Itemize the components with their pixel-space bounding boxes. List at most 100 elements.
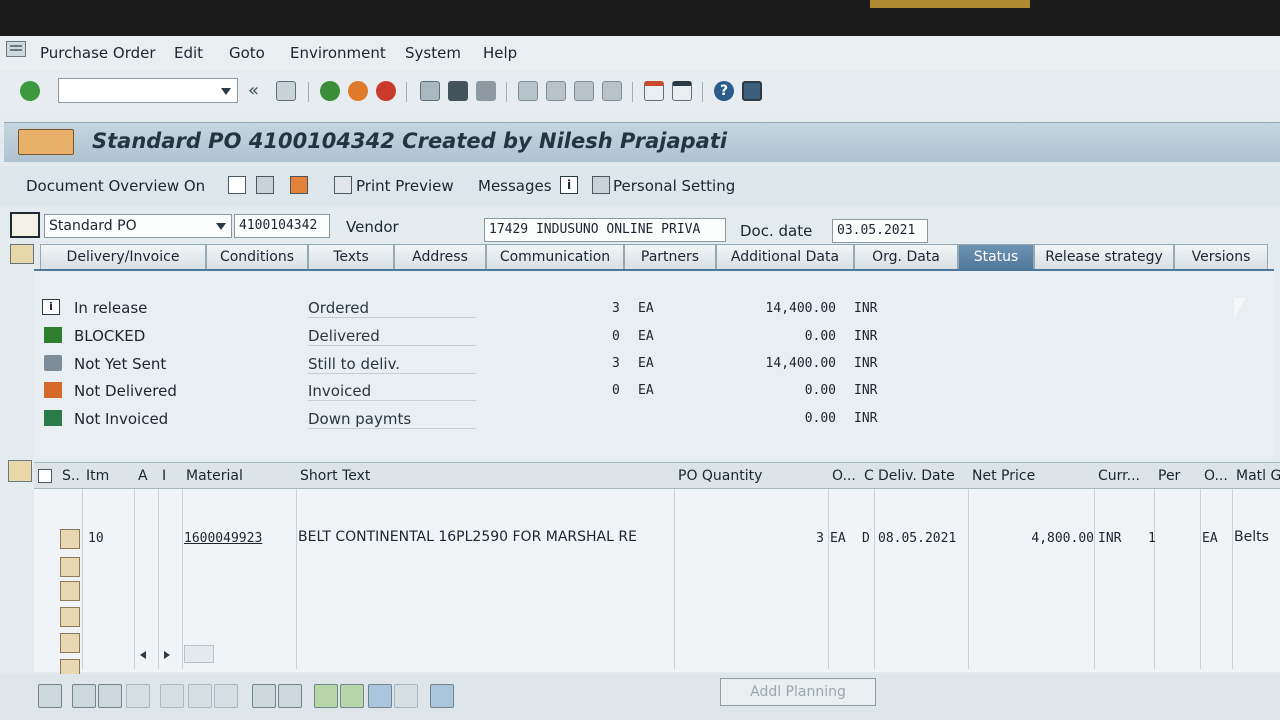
tab-address[interactable]: Address	[394, 244, 486, 270]
col-price-unit[interactable]: Per	[1158, 468, 1180, 484]
col-delivery-date[interactable]: Deliv. Date	[878, 468, 955, 484]
exit-icon[interactable]	[348, 81, 368, 101]
po-number-field[interactable]: 4100104342	[234, 214, 330, 238]
cell-item[interactable]: 10	[88, 531, 104, 546]
sort-descending-icon[interactable]	[340, 684, 364, 708]
cell-date-category[interactable]: D	[862, 531, 870, 546]
menu-system[interactable]: System	[405, 44, 461, 62]
menu-purchase-order[interactable]: Purchase Order	[40, 44, 156, 62]
col-item[interactable]: Itm	[86, 468, 109, 484]
new-document-icon[interactable]	[228, 176, 246, 194]
scroll-right-icon[interactable]	[164, 651, 170, 659]
double-chevron-left-icon[interactable]: «	[248, 81, 268, 101]
tab-versions[interactable]: Versions	[1174, 244, 1268, 270]
command-field[interactable]	[58, 78, 238, 103]
row-selector[interactable]	[60, 557, 80, 577]
doc-date-field[interactable]: 03.05.2021	[832, 219, 928, 243]
cell-net-price[interactable]: 4,800.00	[1014, 531, 1094, 546]
window-menu-icon[interactable]	[6, 41, 26, 57]
next-page-icon[interactable]	[574, 81, 594, 101]
scroll-left-icon[interactable]	[140, 651, 146, 659]
other-document-icon[interactable]	[290, 176, 308, 194]
menu-help[interactable]: Help	[483, 44, 517, 62]
menu-environment[interactable]: Environment	[290, 44, 386, 62]
find-icon[interactable]	[448, 81, 468, 101]
cell-currency[interactable]: INR	[1098, 531, 1121, 546]
lock-item-icon[interactable]	[188, 684, 212, 708]
table-settings-icon[interactable]	[38, 469, 52, 483]
item-overview-expand-icon[interactable]	[8, 460, 32, 482]
cell-delivery-date[interactable]: 08.05.2021	[878, 531, 956, 546]
delete-item-icon[interactable]	[160, 684, 184, 708]
tab-partners[interactable]: Partners	[624, 244, 716, 270]
save-icon[interactable]	[276, 81, 296, 101]
tab-release-strategy[interactable]: Release strategy	[1034, 244, 1174, 270]
row-selector[interactable]	[60, 581, 80, 601]
conditions-icon[interactable]	[430, 684, 454, 708]
tab-org-data[interactable]: Org. Data	[854, 244, 958, 270]
sort-ascending-icon[interactable]	[314, 684, 338, 708]
menu-edit[interactable]: Edit	[174, 44, 203, 62]
last-page-icon[interactable]	[602, 81, 622, 101]
col-currency[interactable]: Curr...	[1098, 468, 1140, 484]
help-icon[interactable]: ?	[714, 81, 734, 101]
cell-material-group[interactable]: Belts	[1234, 529, 1269, 545]
col-short-text[interactable]: Short Text	[300, 468, 370, 484]
cell-po-quantity[interactable]: 3	[804, 531, 824, 546]
cell-order-unit[interactable]: EA	[830, 531, 846, 546]
doc-type-select[interactable]: Standard PO	[44, 214, 232, 238]
table-config-icon[interactable]	[278, 684, 302, 708]
cart-icon[interactable]	[10, 212, 40, 238]
print-icon[interactable]	[420, 81, 440, 101]
col-status[interactable]: S..	[62, 468, 80, 484]
row-selector[interactable]	[60, 607, 80, 627]
chevron-down-icon[interactable]	[221, 88, 231, 95]
chevron-down-icon[interactable]	[216, 223, 226, 230]
col-order-unit[interactable]: O...	[832, 468, 856, 484]
info-icon[interactable]: i	[560, 176, 578, 194]
select-block-icon[interactable]	[252, 684, 276, 708]
horizontal-scrollbar[interactable]	[184, 645, 214, 663]
cell-order-price-unit[interactable]: EA	[1202, 531, 1218, 546]
cell-material[interactable]: 1600049923	[184, 531, 262, 546]
display-change-icon[interactable]	[256, 176, 274, 194]
tab-status[interactable]: Status	[958, 244, 1034, 270]
enter-check-icon[interactable]	[20, 81, 40, 101]
copy-item-icon[interactable]	[126, 684, 150, 708]
print-preview-icon[interactable]	[334, 176, 352, 194]
shortcut-icon[interactable]	[672, 81, 692, 101]
document-overview-button[interactable]: Document Overview On	[26, 177, 205, 195]
new-session-icon[interactable]	[644, 81, 664, 101]
tab-delivery-invoice[interactable]: Delivery/Invoice	[40, 244, 206, 270]
item-details-icon[interactable]	[38, 684, 62, 708]
cancel-icon[interactable]	[376, 81, 396, 101]
previous-page-icon[interactable]	[546, 81, 566, 101]
document-switch-icon[interactable]	[18, 129, 74, 155]
col-material[interactable]: Material	[186, 468, 243, 484]
cell-short-text[interactable]: BELT CONTINENTAL 16PL2590 FOR MARSHAL RE	[298, 529, 637, 545]
tab-texts[interactable]: Texts	[308, 244, 394, 270]
col-order-price-unit[interactable]: O...	[1204, 468, 1228, 484]
personal-setting-button[interactable]: Personal Setting	[613, 177, 735, 195]
first-page-icon[interactable]	[518, 81, 538, 101]
header-expand-icon[interactable]	[10, 244, 34, 264]
tab-conditions[interactable]: Conditions	[206, 244, 308, 270]
row-selector[interactable]	[60, 529, 80, 549]
back-icon[interactable]	[320, 81, 340, 101]
deselect-all-icon[interactable]	[98, 684, 122, 708]
col-material-group[interactable]: Matl Gr	[1236, 468, 1280, 484]
addl-planning-button[interactable]: Addl Planning	[720, 678, 876, 706]
unlock-item-icon[interactable]	[214, 684, 238, 708]
col-date-category[interactable]: C	[864, 468, 874, 484]
row-selector[interactable]	[60, 633, 80, 653]
cell-price-unit[interactable]: 1	[1148, 531, 1156, 546]
tab-additional-data[interactable]: Additional Data	[716, 244, 854, 270]
tab-communication[interactable]: Communication	[486, 244, 624, 270]
layout-menu-icon[interactable]	[742, 81, 762, 101]
menu-goto[interactable]: Goto	[229, 44, 265, 62]
vendor-field[interactable]: 17429 INDUSUNO ONLINE PRIVA	[484, 218, 726, 242]
personal-setting-icon[interactable]	[592, 176, 610, 194]
filter-icon[interactable]	[368, 684, 392, 708]
print-preview-button[interactable]: Print Preview	[356, 177, 454, 195]
messages-button[interactable]: Messages	[478, 177, 552, 195]
